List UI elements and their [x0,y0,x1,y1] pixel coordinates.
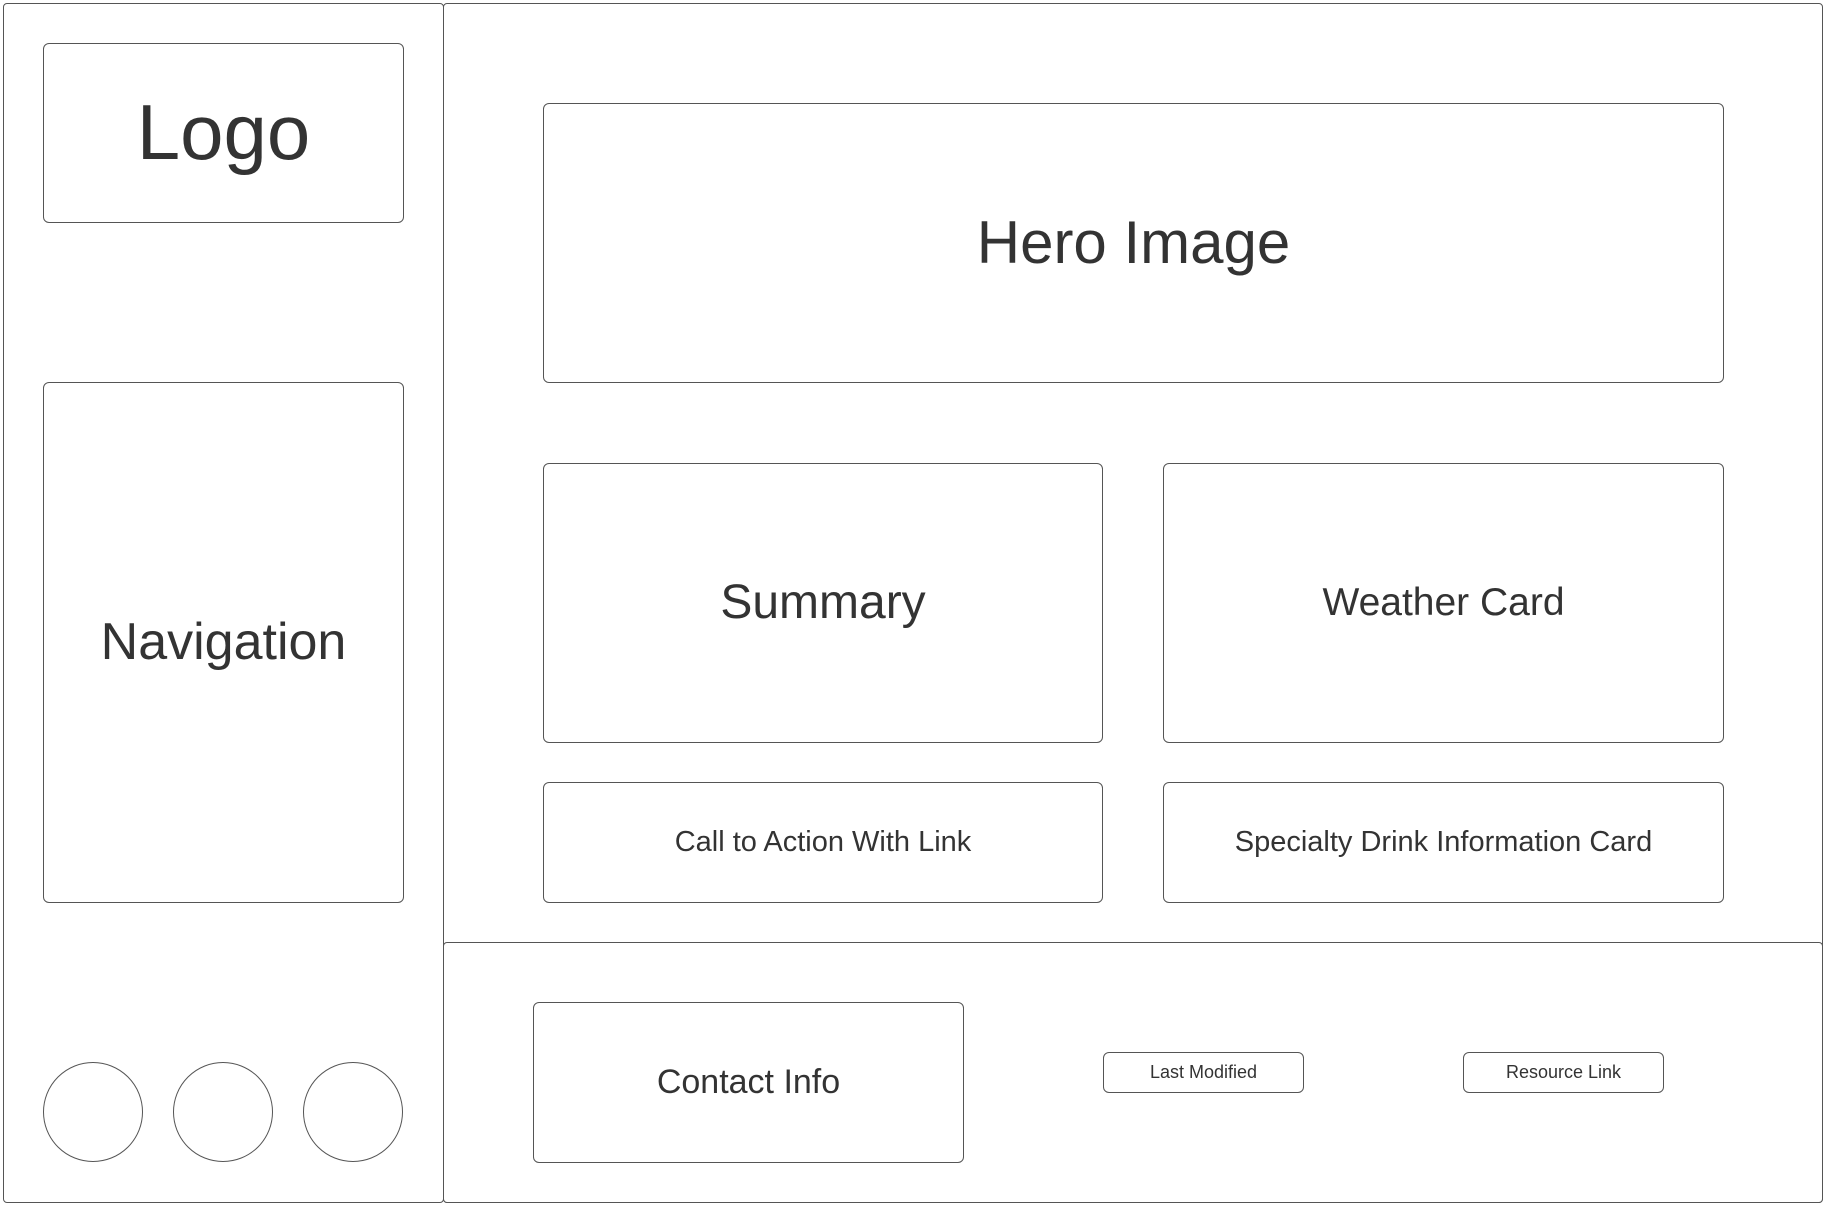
weather-card-label: Weather Card [1322,580,1565,624]
last-modified-label: Last Modified [1149,1061,1258,1082]
resource-link-label: Resource Link [1505,1061,1622,1082]
navigation-label: Navigation [100,612,347,671]
weather-card: Weather Card [1163,463,1724,743]
last-modified-box: Last Modified [1103,1052,1304,1093]
contact-info-box: Contact Info [533,1002,964,1163]
specialty-drink-label: Specialty Drink Information Card [1234,825,1653,858]
social-icon-2[interactable] [173,1062,273,1162]
call-to-action-label: Call to Action With Link [674,825,972,858]
hero-image-label: Hero Image [976,209,1291,276]
resource-link-button[interactable]: Resource Link [1463,1052,1664,1093]
contact-info-label: Contact Info [656,1062,841,1101]
summary-card: Summary [543,463,1103,743]
specialty-drink-card: Specialty Drink Information Card [1163,782,1724,903]
navigation-box[interactable]: Navigation [43,382,404,903]
social-icon-3[interactable] [303,1062,403,1162]
call-to-action-button[interactable]: Call to Action With Link [543,782,1103,903]
logo-box[interactable]: Logo [43,43,404,223]
social-icon-1[interactable] [43,1062,143,1162]
summary-label: Summary [720,575,926,629]
logo-label: Logo [136,88,311,177]
hero-image-box: Hero Image [543,103,1724,383]
